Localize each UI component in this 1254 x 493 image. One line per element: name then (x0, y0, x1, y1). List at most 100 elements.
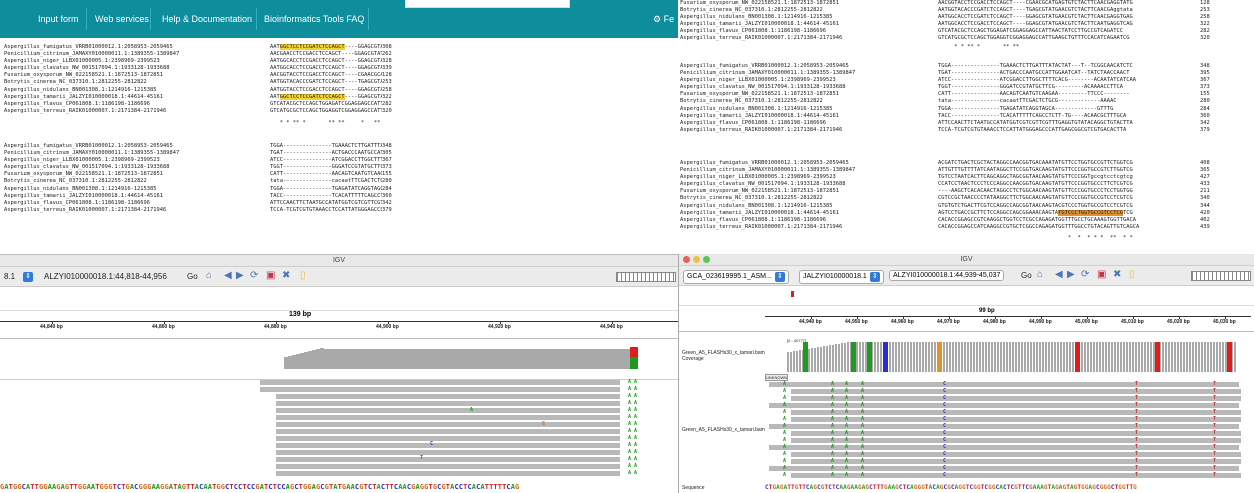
alignment-block-2: Aspergillus_fumigatus_VRRB01000012.1:205… (4, 143, 264, 217)
go-button[interactable]: Go (187, 272, 198, 281)
ruler-tick-mark (1133, 316, 1134, 319)
coverage-bar (892, 342, 894, 372)
mismatch-base: T (1135, 444, 1139, 450)
read (769, 403, 1239, 408)
go-button[interactable]: Go (1021, 271, 1032, 280)
mismatch-coverage-bar (1227, 342, 1232, 372)
coverage-bar (949, 342, 951, 372)
back-icon[interactable]: ◀ (224, 270, 232, 281)
zoom-window-icon[interactable] (703, 256, 710, 263)
alignment-row: GTGTGTCTGACTTCGTCCAGGCCAGCGGTAACAAGTACGT… (938, 202, 1133, 209)
mismatch-base: T (1213, 416, 1217, 422)
coverage-bar (1096, 342, 1098, 372)
mismatch-base: A (831, 465, 835, 471)
top-navbar: Input form Web services Help & Documenta… (0, 0, 678, 38)
roi-icon[interactable]: ▣ (266, 270, 275, 281)
ruler-tick-label: 44,880 bp (264, 324, 287, 330)
ruler-tick-label: 44,980 bp (983, 319, 1006, 325)
alignment-row: AATGGCACCTCCGACCTCCAGCT----GGAGCGTATGAAC… (270, 58, 382, 65)
mismatch-base: A (861, 416, 865, 422)
alignment-row: TACC---------------TCACATTTTTCAGCCTCTT-T… (938, 112, 1127, 119)
alignment-row: CATT---------------AACAGTCAATGTCAAGAA---… (270, 171, 382, 178)
chromosome-select[interactable]: ⇕ (23, 272, 33, 282)
nav-feedback[interactable]: ⚙ Fe (653, 14, 674, 25)
coverage-bar (889, 342, 891, 372)
mismatch-base: T (1135, 409, 1139, 415)
alignment-row: AATGGCTCCTCCGATCTCCAGCT----GGAGCGTATGAAC… (270, 44, 382, 50)
alignment-row: Aspergillus_tamarii_JALZYI010000018.1:44… (680, 112, 840, 119)
genome-select[interactable]: GCA_023619995.1_ASM... ⇕ (683, 270, 789, 284)
mismatch-base: T (1135, 402, 1139, 408)
close-window-icon[interactable] (683, 256, 690, 263)
read (276, 401, 620, 406)
nav-input-form[interactable]: Input form (38, 14, 79, 24)
ruler-tick-label: 45,020 bp (1167, 319, 1190, 325)
mismatch-base: C (943, 381, 947, 387)
alignment-row: Botrytis_cinerea_NC_037310.1:2812255-281… (680, 195, 823, 202)
mismatch-base: A (831, 381, 835, 387)
zoom-slider[interactable] (1191, 271, 1251, 281)
nav-web-services[interactable]: Web services (95, 14, 149, 24)
popup-icon[interactable]: ▯ (1129, 269, 1135, 280)
alignment-row: 284 (1200, 105, 1210, 112)
mismatch-coverage-bar (630, 347, 638, 369)
home-icon[interactable]: ⌂ (206, 270, 212, 281)
mismatch-base: A (861, 444, 865, 450)
alignment-row: 379 (382, 206, 392, 213)
locus-input[interactable]: ALZYI010000018.1:44,818-44,956 (44, 272, 167, 281)
coverage-bar (1051, 342, 1053, 372)
back-icon[interactable]: ◀ (1055, 269, 1063, 280)
read (791, 473, 1241, 478)
mismatch-base: T (1213, 430, 1217, 436)
locus-input[interactable]: ALZYI010000018.1:44,939-45,037 (889, 270, 1005, 281)
popup-icon[interactable]: ▯ (300, 270, 306, 281)
chromosome-select[interactable]: JALZYI010000018.1 ⇕ (799, 270, 884, 284)
mismatch-base: T (1135, 437, 1139, 443)
nav-help-documentation[interactable]: Help & Documentation (162, 14, 252, 24)
mismatch-base: A (861, 423, 865, 429)
coverage-bar (1165, 342, 1167, 372)
read (791, 410, 1241, 415)
roi-icon[interactable]: ▣ (1097, 269, 1106, 280)
zoom-slider[interactable] (616, 272, 676, 282)
coverage-bar (1177, 342, 1179, 372)
forward-icon[interactable]: ▶ (1067, 269, 1075, 280)
mismatch-base: A (861, 409, 865, 415)
nav-bioinformatics-faq[interactable]: Bioinformatics Tools FAQ (264, 14, 364, 24)
resize-icon[interactable]: ✖ (1113, 269, 1121, 280)
coverage-bar (1039, 342, 1041, 372)
alignment-row: 439 (1200, 223, 1210, 230)
ruler-tick-label: 45,030 bp (1213, 319, 1236, 325)
alignment-row: 322 (1200, 21, 1210, 28)
coverage-bar (1036, 342, 1038, 372)
refresh-icon[interactable]: ⟳ (250, 270, 258, 281)
alignment-row: TCCA-TCGTCGTGTAAACCTCCATTATGGGAGCCCATTGA… (938, 126, 1127, 133)
coverage-bar (1000, 342, 1002, 372)
mismatch-base: A (783, 395, 787, 401)
forward-icon[interactable]: ▶ (236, 270, 244, 281)
chromosome-select-label: JALZYI010000018.1 (803, 273, 867, 280)
coverage-bar (1084, 342, 1086, 372)
home-icon[interactable]: ⌂ (1037, 269, 1043, 280)
alignment-row: AATGGCACCTCCGATCTCCAGCT----GGAGCGTATGAAC… (938, 14, 1133, 21)
resize-icon[interactable]: ✖ (282, 270, 290, 281)
refresh-icon[interactable]: ⟳ (1081, 269, 1089, 280)
ruler-tick-mark (276, 321, 277, 324)
ruler-tick-label: 45,010 bp (1121, 319, 1144, 325)
alignment-row: 155 (1200, 91, 1210, 98)
coverage-bar (967, 342, 969, 372)
coverage-bar (1186, 342, 1188, 372)
coverage-bar (1069, 342, 1071, 372)
alignment-row: 320 (1200, 35, 1210, 42)
alignment-block-1-seqs: AATGGCTCCTCCGATCTCCAGCT----GGAGCGTATGAAC… (270, 44, 382, 118)
coverage-bar (1006, 342, 1008, 372)
alignment-row: GTCATACGCTCCAGCTGGAGATCGGAGGAGCCATTAACTA… (270, 100, 382, 107)
mismatch-base: A (861, 437, 865, 443)
coverage-bar (1210, 342, 1212, 372)
minimize-window-icon[interactable] (693, 256, 700, 263)
coverage-bar (1090, 342, 1092, 372)
alignment-row: TGGT---------------GGGATCCGTATGCTTCG----… (938, 84, 1123, 91)
read (791, 431, 1241, 436)
ruler-tick-mark (811, 316, 812, 319)
mismatch-base: A (845, 388, 849, 394)
